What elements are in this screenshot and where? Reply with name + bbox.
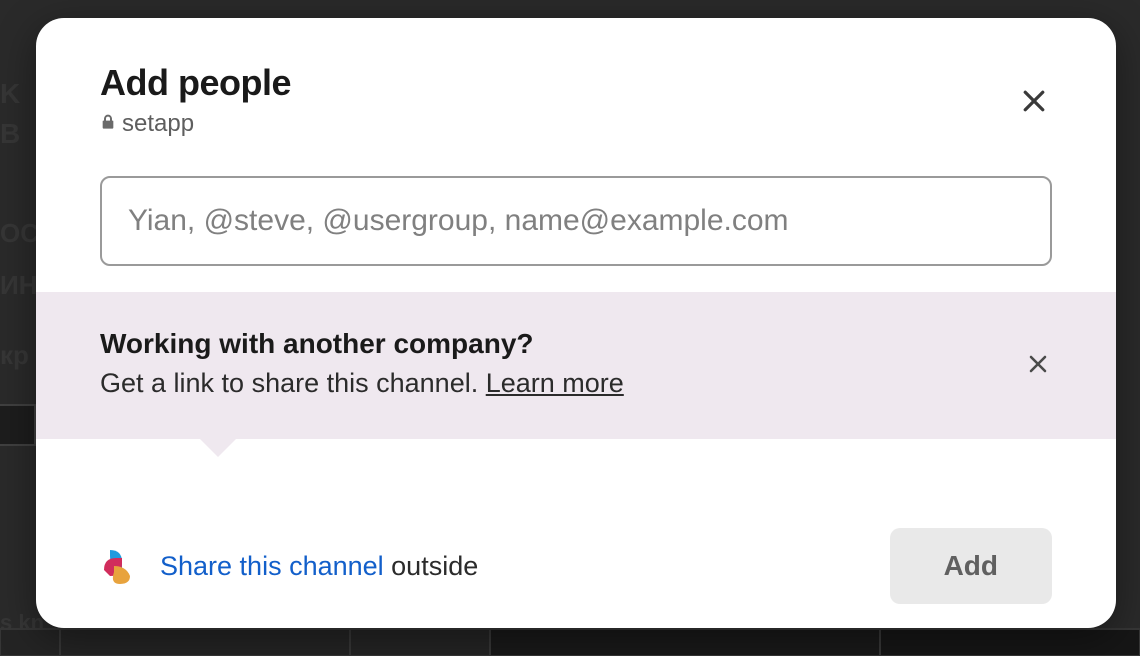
banner-body: Get a link to share this channel. Learn … [100,368,1052,399]
learn-more-link[interactable]: Learn more [486,368,624,398]
banner-title: Working with another company? [100,328,1052,360]
close-modal-button[interactable] [1012,80,1056,124]
people-input[interactable] [100,176,1052,266]
modal-header: Add people setapp [36,18,1116,158]
lock-icon [100,110,116,138]
close-banner-button[interactable] [1018,346,1058,386]
share-text: Share this channel outside [160,551,478,582]
slack-connect-icon [100,546,140,586]
external-share-banner: Working with another company? Get a link… [36,292,1116,439]
share-channel-section: Share this channel outside [100,546,478,586]
add-button[interactable]: Add [890,528,1052,604]
modal-channel: setapp [100,110,1052,138]
close-icon [1019,86,1049,119]
share-channel-link[interactable]: Share this channel [160,551,384,581]
channel-name: setapp [122,110,194,138]
modal-footer: Share this channel outside Add [36,486,1116,628]
add-people-modal: Add people setapp Working with another c… [36,18,1116,628]
share-suffix: outside [384,551,479,581]
input-section [36,158,1116,292]
banner-pointer [196,435,240,457]
close-icon [1026,352,1050,379]
banner-body-text: Get a link to share this channel. [100,368,486,398]
modal-title: Add people [100,62,1052,104]
